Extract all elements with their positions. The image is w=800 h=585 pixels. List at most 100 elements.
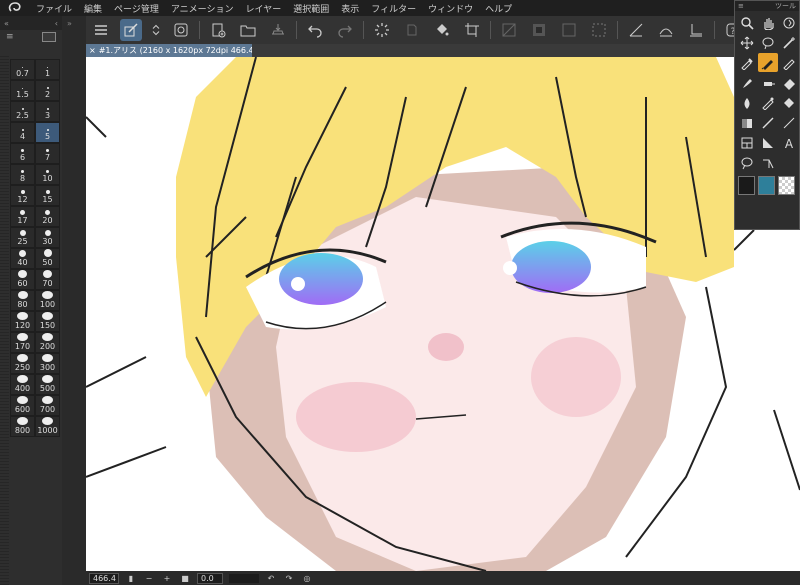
new-file-icon[interactable] xyxy=(207,19,229,41)
transform-icon[interactable] xyxy=(401,19,423,41)
menu-file[interactable]: ファイル xyxy=(30,2,78,15)
drawing-canvas[interactable] xyxy=(86,57,734,571)
brush-size-cell[interactable]: 1000 xyxy=(35,416,60,437)
frame-icon[interactable] xyxy=(737,133,757,152)
brush-size-cell[interactable]: 17 xyxy=(10,206,35,227)
brush-size-cell[interactable]: 500 xyxy=(35,374,60,395)
brush-size-cell[interactable]: 15 xyxy=(35,185,60,206)
zoom-field[interactable]: 466.4 xyxy=(89,572,119,584)
brush-size-cell[interactable]: 300 xyxy=(35,353,60,374)
redo-icon[interactable] xyxy=(334,19,356,41)
clear-selection-icon[interactable] xyxy=(498,19,520,41)
brush-size-cell[interactable]: 800 xyxy=(10,416,35,437)
correct-line-icon[interactable] xyxy=(758,153,778,172)
zoom-in-button[interactable]: + xyxy=(161,574,173,583)
blend-icon[interactable] xyxy=(737,93,757,112)
chevron-updown-icon[interactable] xyxy=(150,19,162,41)
chevron-left-icon[interactable]: ‹ xyxy=(55,19,58,28)
expand-icon[interactable]: » xyxy=(62,16,86,31)
reset-rotation-icon[interactable]: ◎ xyxy=(301,574,313,583)
rotation-field[interactable]: 0.0 xyxy=(197,572,223,584)
airbrush-icon[interactable] xyxy=(758,73,778,92)
menu-icon[interactable] xyxy=(90,19,112,41)
invert-selection-icon[interactable] xyxy=(528,19,550,41)
move-icon[interactable] xyxy=(737,33,757,52)
companion-icon[interactable] xyxy=(170,19,192,41)
menu-edit[interactable]: 編集 xyxy=(78,2,108,15)
zoom-out-button[interactable]: − xyxy=(143,574,155,583)
balloon-icon[interactable] xyxy=(737,153,757,172)
eyedropper-icon[interactable] xyxy=(737,53,757,72)
blank-icon[interactable] xyxy=(779,153,799,172)
ruler-icon[interactable] xyxy=(758,133,778,152)
brush-size-cell[interactable]: 6 xyxy=(10,143,35,164)
fill-bucket-icon[interactable] xyxy=(431,19,453,41)
rotate-icon[interactable] xyxy=(779,13,799,32)
brush-size-cell[interactable]: 0.7 xyxy=(10,59,35,80)
clip-studio-logo-icon[interactable] xyxy=(0,2,30,14)
gradient-icon[interactable] xyxy=(737,113,757,132)
snap-grid-icon[interactable] xyxy=(685,19,707,41)
brush-size-cell[interactable]: 120 xyxy=(10,311,35,332)
zoom-slider[interactable]: ▮ xyxy=(125,574,137,583)
brush-icon[interactable] xyxy=(737,73,757,92)
brush-size-cell[interactable]: 250 xyxy=(10,353,35,374)
text-icon[interactable]: A xyxy=(779,133,799,152)
open-folder-icon[interactable] xyxy=(237,19,259,41)
fill-icon[interactable] xyxy=(779,93,799,112)
fit-icon[interactable]: ■ xyxy=(179,574,191,583)
sub-color-swatch[interactable] xyxy=(758,176,775,195)
snap-ruler-icon[interactable] xyxy=(625,19,647,41)
brush-size-cell[interactable]: 2.5 xyxy=(10,101,35,122)
menu-animation[interactable]: アニメーション xyxy=(165,2,240,15)
brush-size-cell[interactable]: 1.5 xyxy=(10,80,35,101)
brush-size-cell[interactable]: 12 xyxy=(10,185,35,206)
brush-size-cell[interactable]: 4 xyxy=(10,122,35,143)
pen-icon[interactable] xyxy=(758,53,778,72)
undo-icon[interactable] xyxy=(304,19,326,41)
panel-menu-icon[interactable]: ≡ xyxy=(6,32,14,42)
brush-size-cell[interactable]: 30 xyxy=(35,227,60,248)
panel-menu-icon[interactable]: ≡ xyxy=(738,2,744,10)
selection-frame-icon[interactable] xyxy=(588,19,610,41)
brush-size-cell[interactable]: 2 xyxy=(35,80,60,101)
crop-icon[interactable] xyxy=(461,19,483,41)
brush-size-cell[interactable]: 3 xyxy=(35,101,60,122)
brush-size-cell[interactable]: 7 xyxy=(35,143,60,164)
brush-size-cell[interactable]: 50 xyxy=(35,248,60,269)
loading-icon[interactable] xyxy=(371,19,393,41)
main-color-swatch[interactable] xyxy=(738,176,755,195)
zoom-icon[interactable] xyxy=(737,13,757,32)
transparent-color-swatch[interactable] xyxy=(778,176,795,195)
brush-size-cell[interactable]: 700 xyxy=(35,395,60,416)
menu-layer[interactable]: レイヤー xyxy=(240,2,288,15)
panel-grip[interactable] xyxy=(0,56,9,585)
save-icon[interactable] xyxy=(267,19,289,41)
brush-size-cell[interactable]: 5 xyxy=(35,122,60,143)
brush-options-icon[interactable] xyxy=(42,32,56,42)
brush-size-cell[interactable]: 100 xyxy=(35,290,60,311)
brush-size-cell[interactable]: 400 xyxy=(10,374,35,395)
eraser-icon[interactable] xyxy=(779,73,799,92)
brush-size-cell[interactable]: 20 xyxy=(35,206,60,227)
canvas-right-edge[interactable] xyxy=(734,230,800,571)
menu-page[interactable]: ページ管理 xyxy=(108,2,165,15)
brush-size-cell[interactable]: 170 xyxy=(10,332,35,353)
figure-icon[interactable] xyxy=(758,113,778,132)
menu-window[interactable]: ウィンドウ xyxy=(422,2,479,15)
rotate-right-icon[interactable]: ↷ xyxy=(283,574,295,583)
menu-filter[interactable]: フィルター xyxy=(365,2,422,15)
menu-view[interactable]: 表示 xyxy=(335,2,365,15)
menu-selection[interactable]: 選択範囲 xyxy=(287,2,335,15)
snap-special-ruler-icon[interactable] xyxy=(655,19,677,41)
brush-size-cell[interactable]: 80 xyxy=(10,290,35,311)
hand-icon[interactable] xyxy=(758,13,778,32)
brush-size-cell[interactable]: 600 xyxy=(10,395,35,416)
panel-collapse-icon[interactable]: « xyxy=(4,19,9,28)
brush-size-cell[interactable]: 40 xyxy=(10,248,35,269)
brush-size-cell[interactable]: 1 xyxy=(35,59,60,80)
document-tab[interactable]: × #1.アリス (2160 x 1620px 72dpi 466.4%) xyxy=(86,44,252,57)
brush-size-cell[interactable]: 200 xyxy=(35,332,60,353)
rotate-left-icon[interactable]: ↶ xyxy=(265,574,277,583)
rotation-slider[interactable] xyxy=(229,573,259,583)
